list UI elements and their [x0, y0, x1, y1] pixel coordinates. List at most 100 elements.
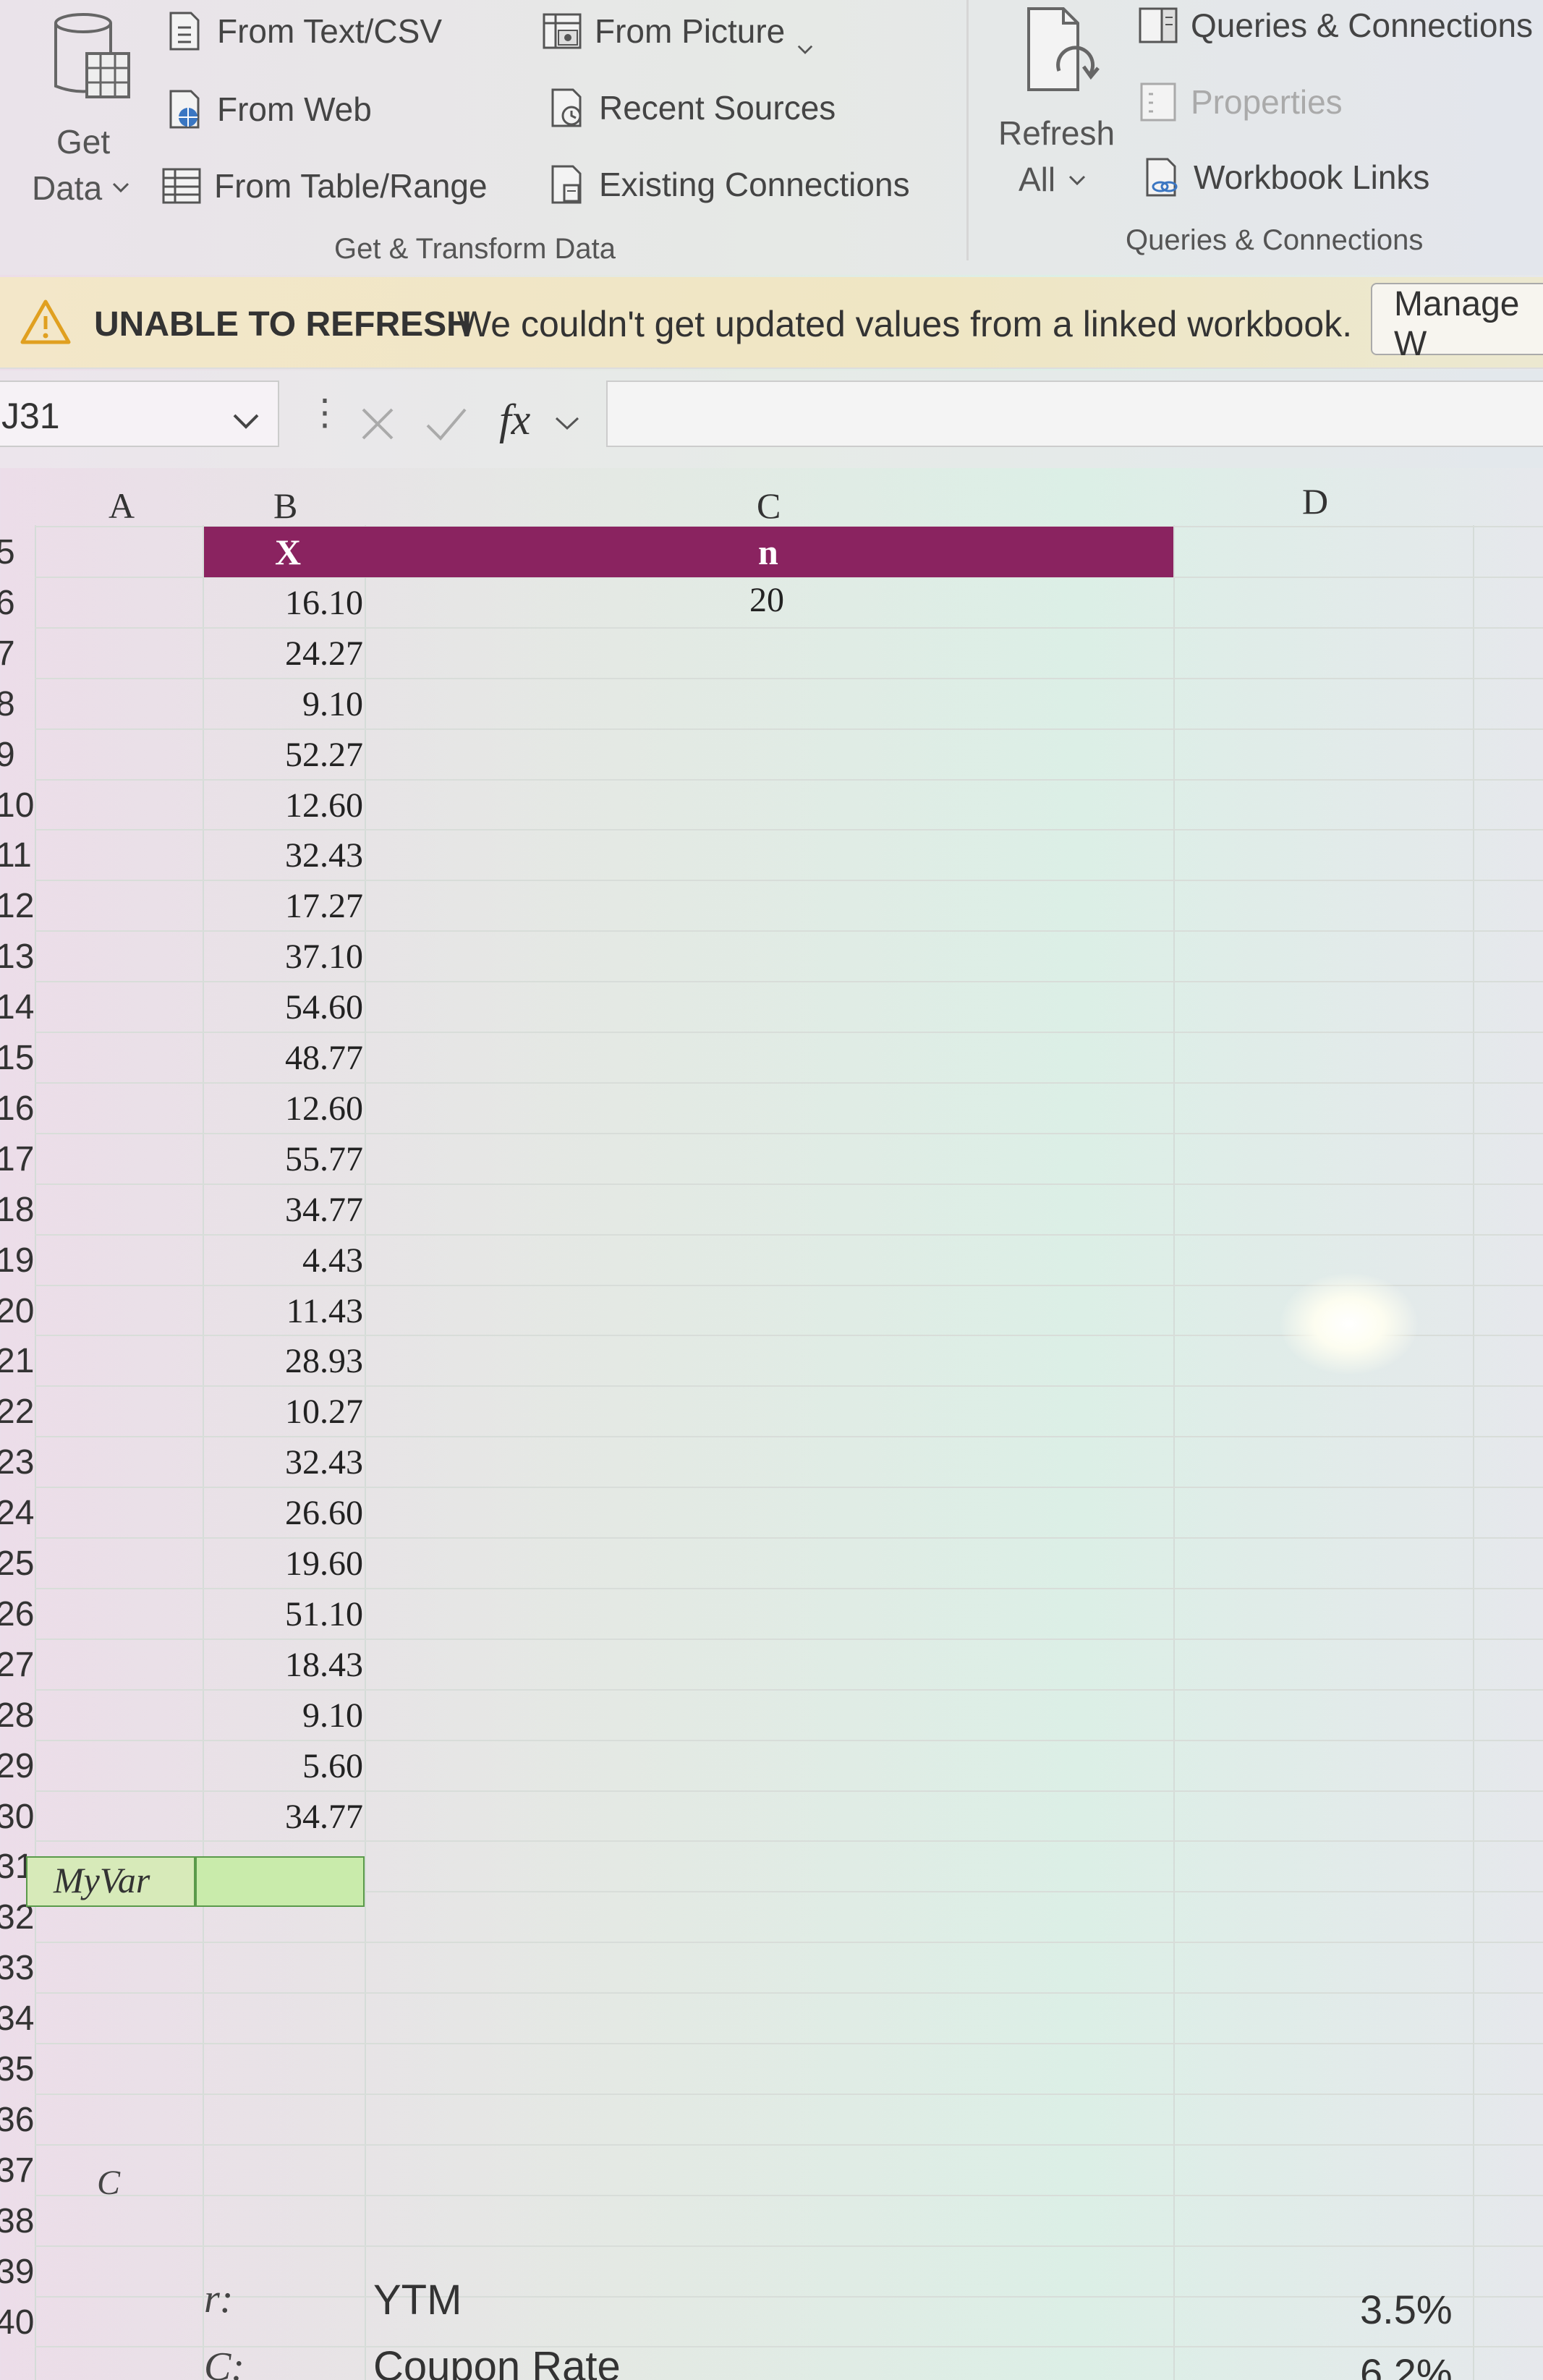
- row-header[interactable]: 34: [0, 1999, 34, 2039]
- c2-label[interactable]: C:: [204, 2344, 245, 2380]
- chevron-down-icon[interactable]: [553, 414, 581, 433]
- x-value-cell[interactable]: 24.27: [0, 634, 363, 673]
- grid-row-line: [35, 1840, 1543, 1843]
- chevron-down-icon[interactable]: [231, 411, 260, 431]
- picture-icon: [541, 10, 583, 52]
- from-web-button[interactable]: From Web: [163, 88, 372, 130]
- worksheet-grid[interactable]: A B C D 5 6 7 8 9 10 11 12 13 14 15 16 17 18 19 20 21 22 2…: [0, 470, 1543, 2380]
- row-header[interactable]: 5: [0, 532, 15, 572]
- x-value-cell[interactable]: 16.10: [0, 583, 363, 623]
- grid-row-line: [35, 1688, 1543, 1691]
- grid-row-line: [35, 677, 1543, 679]
- insert-function-icon[interactable]: fx: [499, 395, 530, 445]
- get-data-button[interactable]: Get Data: [22, 10, 145, 207]
- x-value-cell[interactable]: 55.77: [0, 1139, 363, 1179]
- x-value-cell[interactable]: 51.10: [0, 1594, 363, 1634]
- table-header-band: [204, 527, 1173, 577]
- x-value-cell[interactable]: 11.43: [0, 1291, 363, 1331]
- column-header-c[interactable]: C: [757, 485, 781, 527]
- properties-button[interactable]: Properties: [1137, 81, 1343, 123]
- refresh-label: Refresh: [998, 114, 1115, 152]
- from-text-csv-button[interactable]: From Text/CSV: [163, 10, 442, 52]
- grid-row-line: [35, 1587, 1543, 1589]
- x-value-cell[interactable]: 9.10: [0, 684, 363, 724]
- existing-connections-button[interactable]: Existing Connections: [545, 163, 910, 205]
- x-value-cell[interactable]: 32.43: [0, 836, 363, 875]
- table-header-x[interactable]: X: [275, 531, 301, 573]
- row-header[interactable]: 37: [0, 2151, 34, 2190]
- myvar-label-cell[interactable]: MyVar: [26, 1856, 195, 1907]
- x-value-cell[interactable]: 5.60: [0, 1746, 363, 1786]
- x-value-cell[interactable]: 17.27: [0, 886, 363, 926]
- cancel-icon[interactable]: [356, 402, 399, 446]
- refresh-label-2: All: [1019, 161, 1056, 198]
- x-value-cell[interactable]: 12.60: [0, 786, 363, 825]
- row-header[interactable]: 40: [0, 2303, 34, 2342]
- grid-row-line: [35, 1081, 1543, 1084]
- table-icon: [161, 165, 203, 207]
- grid-row-line: [35, 2093, 1543, 2095]
- row-header[interactable]: 39: [0, 2252, 34, 2292]
- refresh-all-button[interactable]: Refresh All: [992, 3, 1123, 205]
- row-header[interactable]: 36: [0, 2100, 34, 2140]
- x-value-cell[interactable]: 34.77: [0, 1797, 363, 1837]
- grid-column-line: [365, 525, 366, 2380]
- grid-row-line: [35, 1385, 1543, 1387]
- properties-label: Properties: [1191, 83, 1343, 121]
- recent-sources-label: Recent Sources: [599, 89, 836, 127]
- queries-connections-button[interactable]: Queries & Connections: [1137, 4, 1533, 46]
- from-text-csv-label: From Text/CSV: [217, 12, 442, 50]
- cell-n-value[interactable]: 20: [749, 580, 784, 620]
- coupon-rate-value[interactable]: 6.2%: [1360, 2350, 1453, 2380]
- x-value-cell[interactable]: 48.77: [0, 1038, 363, 1078]
- grid-row-line: [35, 778, 1543, 781]
- x-value-cell[interactable]: 26.60: [0, 1493, 363, 1533]
- database-icon: [51, 10, 130, 104]
- name-box-value: J31: [1, 396, 60, 436]
- from-table-range-button[interactable]: From Table/Range: [161, 165, 488, 207]
- workbook-links-button[interactable]: Workbook Links: [1140, 156, 1429, 198]
- x-value-cell[interactable]: 10.27: [0, 1392, 363, 1432]
- x-value-cell[interactable]: 19.60: [0, 1544, 363, 1584]
- grid-row-line: [35, 728, 1543, 730]
- table-header-n[interactable]: n: [758, 531, 778, 573]
- x-value-cell[interactable]: 54.60: [0, 987, 363, 1027]
- formula-input[interactable]: [606, 381, 1543, 447]
- x-value-cell[interactable]: 52.27: [0, 735, 363, 775]
- c-label[interactable]: C: [97, 2163, 120, 2203]
- column-header-b[interactable]: B: [273, 485, 297, 527]
- text-file-icon: [163, 10, 205, 52]
- enter-check-icon[interactable]: [423, 402, 469, 446]
- from-picture-label: From Picture: [595, 12, 786, 50]
- row-header[interactable]: 38: [0, 2201, 34, 2241]
- chevron-down-icon: [796, 25, 814, 55]
- existing-connections-label: Existing Connections: [599, 166, 910, 203]
- x-value-cell[interactable]: 32.43: [0, 1442, 363, 1482]
- x-value-cell[interactable]: 12.60: [0, 1089, 363, 1129]
- column-header-d[interactable]: D: [1302, 480, 1328, 522]
- x-value-cell[interactable]: 28.93: [0, 1341, 363, 1381]
- x-value-cell[interactable]: 37.10: [0, 937, 363, 977]
- ytm-label[interactable]: YTM: [373, 2276, 462, 2324]
- grid-row-line: [35, 1790, 1543, 1792]
- manage-workbook-links-button[interactable]: Manage W: [1371, 283, 1543, 363]
- recent-sources-button[interactable]: Recent Sources: [545, 87, 836, 129]
- row-header[interactable]: 33: [0, 1948, 34, 1988]
- refresh-icon: [1017, 4, 1104, 98]
- chevron-down-icon: [111, 181, 130, 194]
- r-label[interactable]: r:: [204, 2276, 233, 2322]
- name-box[interactable]: J31: [0, 381, 279, 447]
- grid-row-line: [35, 1942, 1543, 1944]
- column-header-a[interactable]: A: [109, 485, 135, 527]
- row-header[interactable]: 35: [0, 2049, 34, 2089]
- x-value-cell[interactable]: 4.43: [0, 1241, 363, 1280]
- ytm-value[interactable]: 3.5%: [1360, 2286, 1453, 2333]
- x-value-cell[interactable]: 18.43: [0, 1645, 363, 1685]
- from-picture-button[interactable]: From Picture: [541, 10, 814, 55]
- x-value-cell[interactable]: 9.10: [0, 1696, 363, 1735]
- grid-row-line: [35, 981, 1543, 983]
- myvar-value-cell[interactable]: [195, 1856, 365, 1907]
- coupon-rate-label[interactable]: Coupon Rate: [373, 2342, 621, 2380]
- x-value-cell[interactable]: 34.77: [0, 1190, 363, 1230]
- more-options-icon[interactable]: ⋮: [307, 394, 343, 430]
